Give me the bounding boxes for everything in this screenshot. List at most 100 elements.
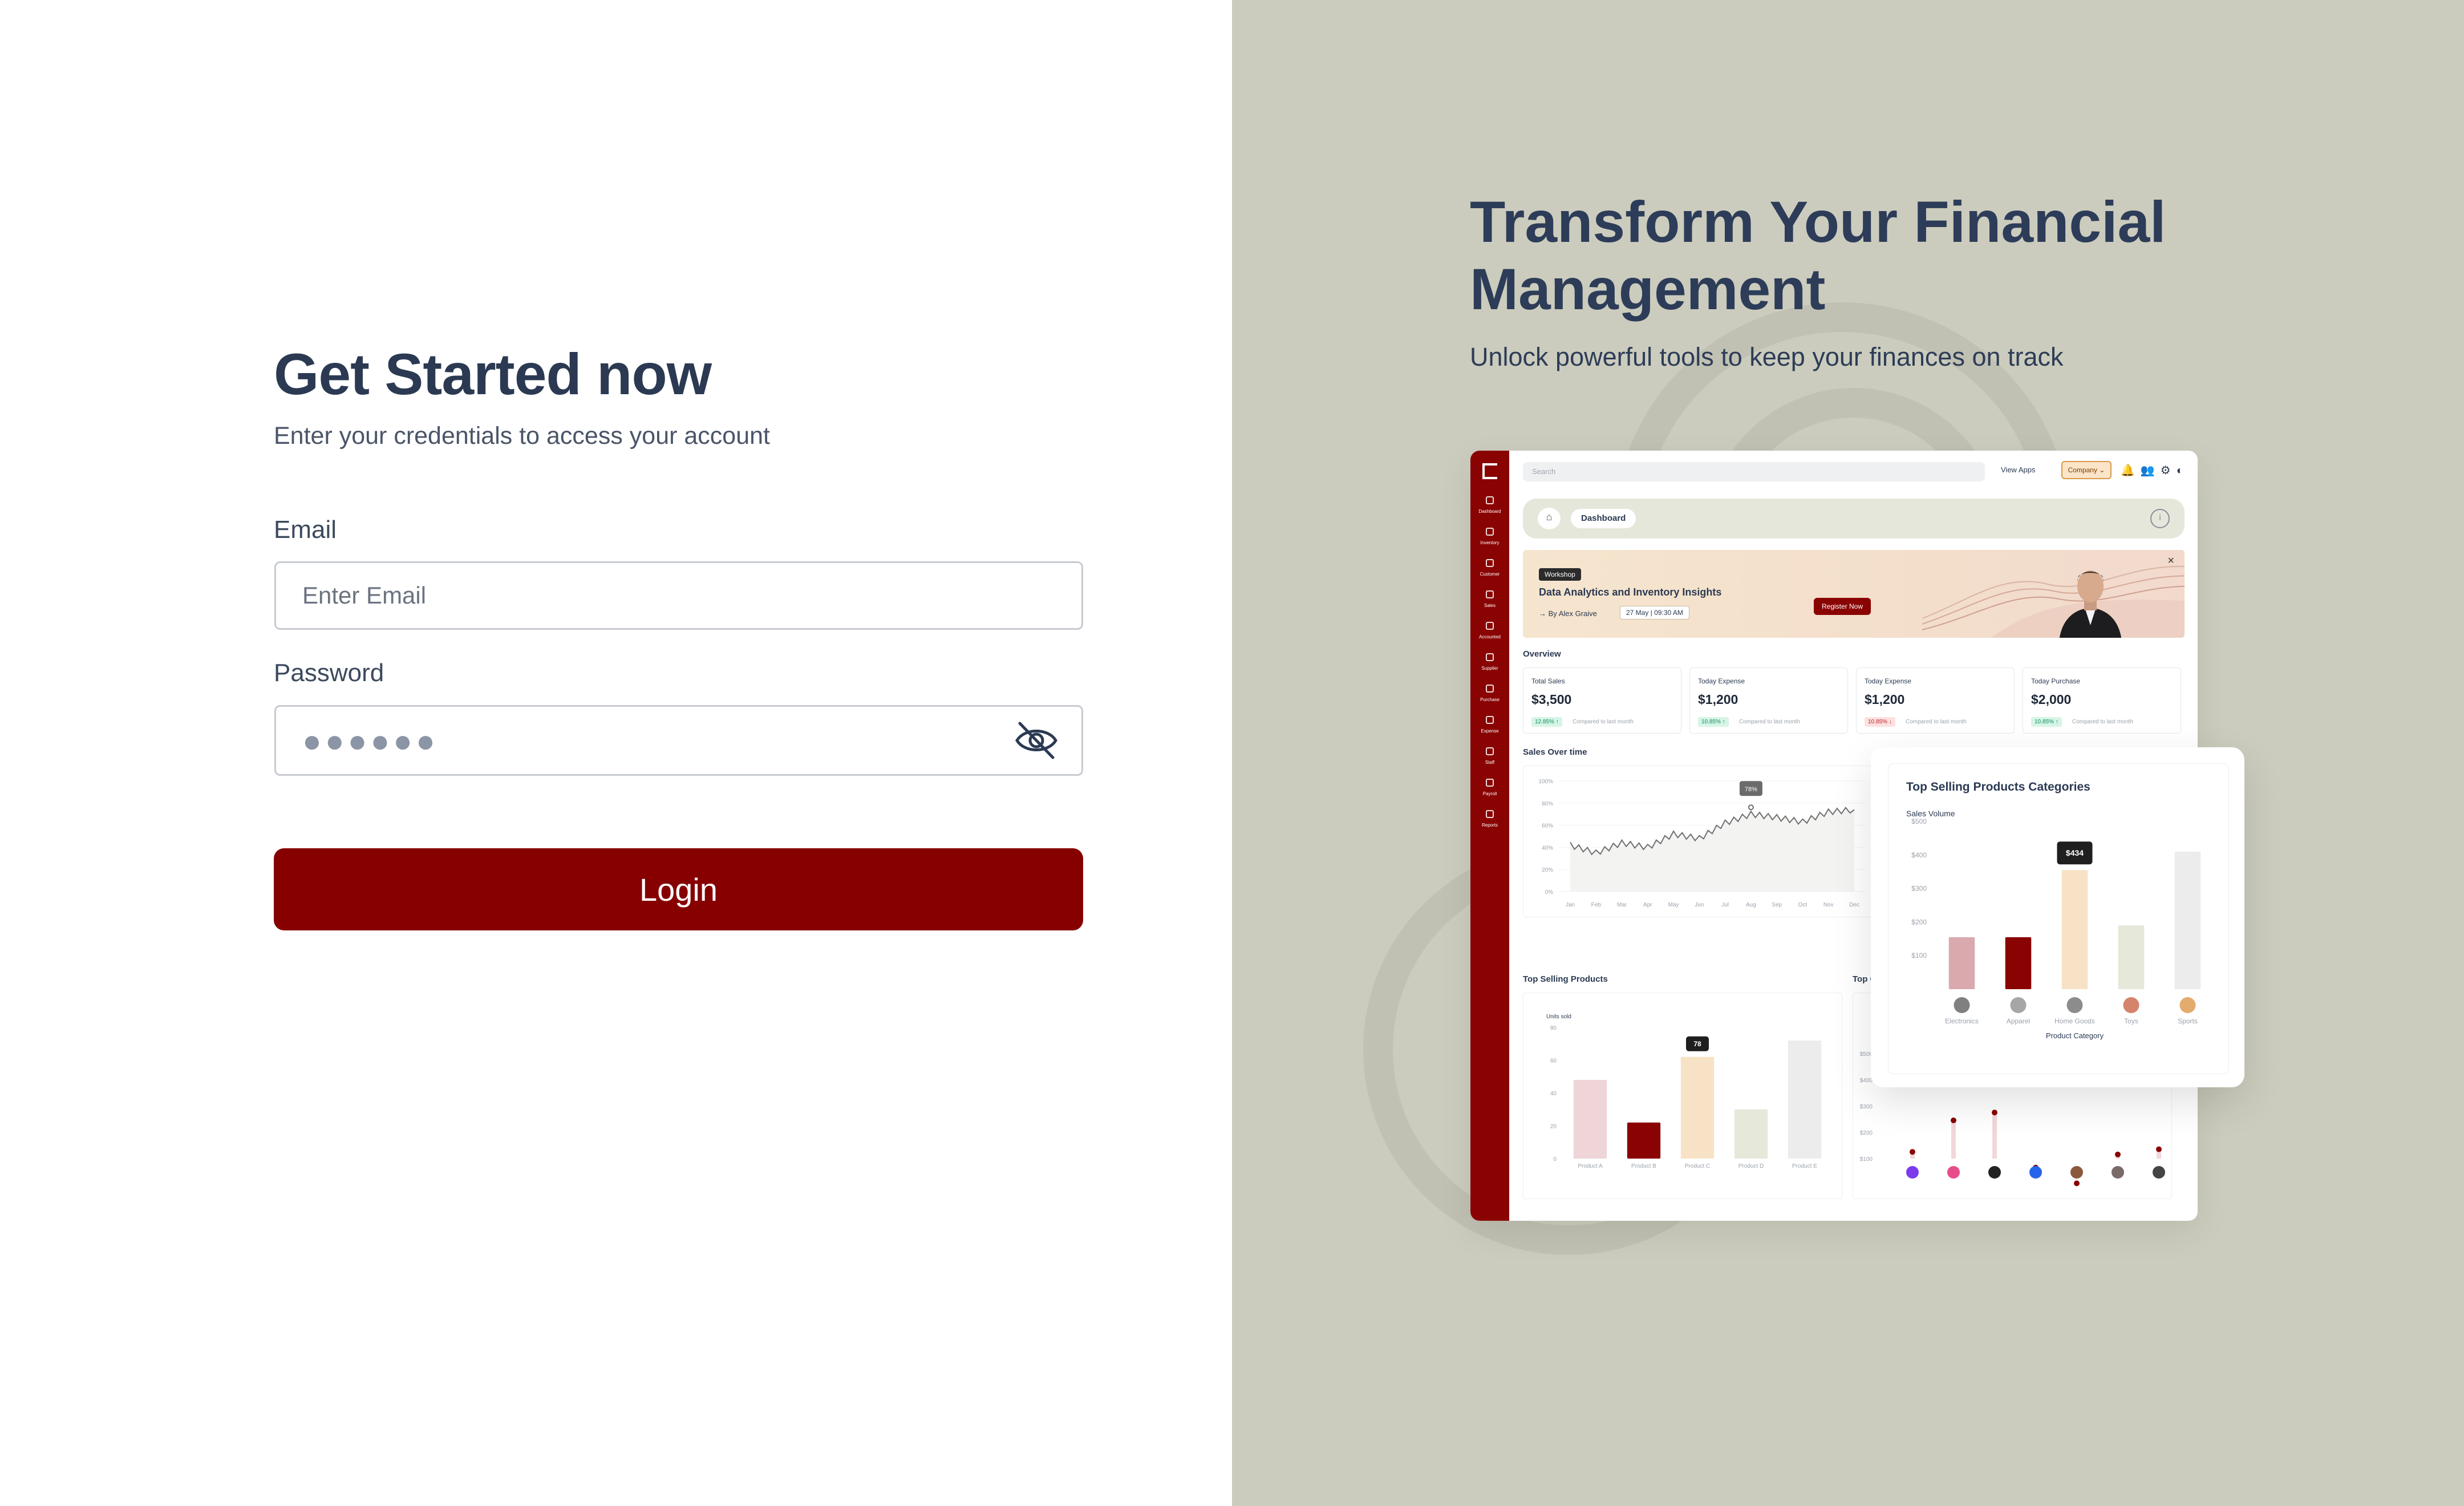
view-apps-link: View Apps [2001,465,2036,474]
x-tick-label: Product D [1738,1163,1764,1169]
sidebar-item-icon [1486,747,1494,755]
sidebar-item-label: Accounted [1479,634,1501,639]
y-tick-label: 40 [1550,1091,1557,1097]
banner-date: 27 May | 09:30 AM [1620,606,1689,620]
x-tick-label: Sep [1772,902,1782,908]
category-thumbnail-icon [2010,997,2027,1013]
kpi-badge: 10.85% ↑ [1698,717,1729,727]
x-tick-label: Product A [1578,1163,1603,1169]
sidebar-item-icon [1486,590,1494,598]
y-tick-label: $400 [1911,851,1927,859]
y-tick-label: 0% [1545,889,1554,896]
line-tooltip-label: 78% [1745,786,1757,793]
banner-title: Data Analytics and Inventory Insights [1539,586,1722,598]
sidebar-item-purchase: Purchase [1470,685,1509,702]
category-thumbnail-icon [1954,997,1970,1013]
workshop-banner: Workshop Data Analytics and Inventory In… [1523,550,2185,638]
bar [1734,1109,1768,1159]
products-bar-chart-svg: 0 20 40 60 80 Product A Product B Product C 78 Pr… [1546,1014,1822,1169]
lollipop-stem [1992,1112,1997,1159]
sidebar-item-dashboard: Dashboard [1470,496,1509,514]
sidebar-item-icon [1486,559,1494,567]
register-now-button: Register Now [1814,598,1871,615]
kpi-value: $1,200 [1865,692,1905,707]
sidebar-item-icon [1486,653,1494,661]
sales-line-chart-svg: 0% 20% 40% 60% 80% 100% Jan Feb Mar Apr May Jun Jul A… [1538,779,1866,908]
sidebar-item-label: Dashboard [1478,509,1501,514]
y-axis-label: Units sold [1546,1014,1571,1020]
x-tick-label: Jan [1566,902,1575,908]
y-tick-label: $300 [1911,885,1927,893]
speaker-photo [2060,570,2121,638]
close-icon: × [2167,554,2174,567]
bar [2174,851,2201,989]
x-tick-label: Jun [1695,902,1704,908]
sidebar-item-icon [1486,622,1494,630]
y-tick-label: 100% [1538,779,1553,785]
company-dropdown: Company ⌄ [2061,461,2112,479]
workshop-tag: Workshop [1539,568,1581,581]
sidebar-item-expense: Expense [1470,716,1509,734]
banner-author: → By Alex Graive [1539,609,1597,618]
kpi-card: Total Sales $3,500 12.85% ↑ Compared to las… [1523,667,1681,734]
password-field[interactable] [274,705,1083,776]
y-tick-label: 60% [1542,823,1553,829]
x-tick-label: Product E [1792,1163,1817,1169]
kpi-title: Today Expense [1865,677,1912,685]
home-icon: ⌂ [1538,508,1561,529]
x-tick-label: May [1668,902,1679,908]
login-button[interactable]: Login [274,848,1083,930]
bar-tooltip-label: $434 [2066,848,2084,857]
bar [2005,937,2032,989]
kpi-title: Today Purchase [2031,677,2081,685]
sidebar-item-customer: Customer [1470,559,1509,577]
dashboard-sidebar: Dashboard Inventory Customer Sales Accounted… [1470,451,1509,1221]
x-tick-label: Aug [1746,902,1756,908]
sidebar-item-icon [1486,716,1494,724]
top-categories-card: Top Selling Products Categories Sales Vo… [1871,747,2244,1087]
x-tick-label: Nov [1823,902,1834,908]
y-tick-label: 0 [1553,1156,1557,1163]
brand-logo-icon [1988,1166,2001,1179]
category-thumbnail-icon [2066,997,2083,1013]
sidebar-item-label: Payroll [1482,791,1497,796]
brand-logo-icon [2153,1166,2165,1179]
y-tick-label: $200 [1860,1130,1873,1136]
kpi-compare: Compared to last month [1573,719,1634,725]
bar [1948,937,1975,989]
topbar-icons: 🔔👥⚙◐ [2121,464,2189,477]
kpi-card: Today Expense $1,200 10.85% ↓ Compared to l… [1856,667,2015,734]
eye-off-icon[interactable] [1014,720,1059,761]
lollipop-point [1951,1118,1956,1123]
y-tick-label: 80 [1550,1025,1557,1031]
sidebar-item-payroll: Payroll [1470,779,1509,796]
kpi-value: $1,200 [1698,692,1738,707]
sidebar-item-icon [1486,779,1494,787]
email-label: Email [274,516,337,544]
x-tick-label: Home Goods [2054,1017,2095,1025]
sidebar-item-label: Customer [1480,572,1500,577]
sidebar-item-label: Staff [1485,760,1495,765]
login-subtitle: Enter your credentials to access your ac… [274,422,770,450]
y-tick-label: $200 [1911,918,1927,926]
promo-panel: Transform Your Financial Management Unlo… [1232,0,2464,1506]
x-tick-label: Mar [1617,902,1627,908]
sales-over-time-title: Sales Over time [1523,747,1587,757]
lollipop-point [2115,1151,2121,1157]
sidebar-item-label: Inventory [1480,540,1500,545]
kpi-value: $2,000 [2031,692,2072,707]
line-point [1748,804,1754,811]
x-tick-label: Oct [1798,902,1808,908]
email-field[interactable] [274,561,1083,630]
y-tick-label: 60 [1550,1058,1557,1064]
breadcrumb-bar: ⌂ Dashboard i [1523,499,2185,539]
bar [1788,1041,1822,1159]
brand-logo-icon [2070,1166,2083,1179]
y-tick-label: $300 [1860,1104,1873,1110]
sidebar-item-label: Sales [1484,603,1496,608]
kpi-value: $3,500 [1531,692,1572,707]
bar [1573,1080,1607,1159]
sales-over-time-chart: 0% 20% 40% 60% 80% 100% Jan Feb Mar Apr May Jun Jul A… [1523,766,1877,917]
kpi-card: Today Expense $1,200 10.85% ↑ Compared to l… [1689,667,1848,734]
x-tick-label: Feb [1591,902,1602,908]
